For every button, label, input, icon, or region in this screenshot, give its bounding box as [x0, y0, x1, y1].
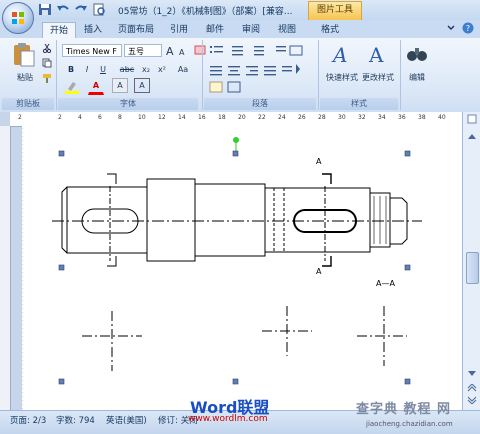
- ruler-tick-label: 30: [338, 114, 346, 121]
- quick-styles-icon[interactable]: A: [330, 42, 354, 66]
- grow-shrink-font-icon[interactable]: AA: [165, 44, 191, 57]
- paragraph-group-label: 段落: [204, 98, 316, 110]
- ruler-tick-label: 10: [138, 114, 146, 121]
- editing-button[interactable]: 编辑: [402, 70, 432, 85]
- ruler-tick-label: 2: [18, 114, 22, 121]
- document-page[interactable]: A A A—A: [21, 126, 462, 410]
- svg-text:A: A: [179, 48, 185, 57]
- tab-view[interactable]: 视图: [272, 22, 302, 38]
- group-separator: [318, 40, 319, 110]
- watermark-right: 查字典 教程 网: [356, 402, 452, 417]
- ruler-tick-label: 20: [238, 114, 246, 121]
- ruler-tick-label: 16: [198, 114, 206, 121]
- tab-review[interactable]: 审阅: [236, 22, 266, 38]
- tab-home[interactable]: 开始: [42, 22, 76, 39]
- next-page-icon[interactable]: [467, 396, 477, 404]
- print-preview-icon[interactable]: [92, 3, 106, 16]
- highlight-icon[interactable]: [64, 80, 82, 94]
- strikethrough-button[interactable]: abc: [116, 62, 138, 77]
- paragraph-buttons-icon[interactable]: [208, 42, 306, 94]
- redo-icon[interactable]: [74, 3, 88, 16]
- paste-button[interactable]: 粘贴: [10, 70, 40, 85]
- ruler-tick-label: 38: [418, 114, 426, 121]
- picture-tools-context-tab[interactable]: 图片工具: [308, 1, 362, 21]
- help-icon[interactable]: ?: [462, 22, 474, 34]
- copy-icon[interactable]: [42, 58, 52, 68]
- paste-icon[interactable]: [12, 42, 36, 68]
- svg-text:A: A: [166, 45, 174, 57]
- tab-page-layout[interactable]: 页面布局: [113, 22, 159, 38]
- ruler-tick-label: 22: [258, 114, 266, 121]
- ruler-tick-label: 28: [318, 114, 326, 121]
- ruler-tick-label: 8: [118, 114, 122, 121]
- status-language[interactable]: 英语(美国): [106, 414, 147, 426]
- group-separator: [202, 40, 203, 110]
- vertical-scrollbar[interactable]: [462, 112, 480, 410]
- italic-button[interactable]: I: [80, 62, 94, 77]
- ruler-tick-label: 40: [438, 114, 446, 121]
- ruler-tick-label: 32: [358, 114, 366, 121]
- scroll-down-icon[interactable]: [467, 370, 477, 378]
- svg-text:A: A: [331, 43, 347, 66]
- underline-button[interactable]: U: [96, 62, 110, 77]
- clipboard-group-label: 剪贴板: [2, 98, 54, 110]
- clear-formatting-icon[interactable]: [194, 44, 206, 57]
- section-label-a-bottom: A: [316, 267, 322, 276]
- format-painter-icon[interactable]: [42, 73, 52, 83]
- group-separator: [400, 40, 401, 110]
- scroll-up-icon[interactable]: [467, 132, 477, 140]
- mechanical-drawing[interactable]: A A A—A: [21, 126, 462, 410]
- tab-mailings[interactable]: 邮件: [200, 22, 230, 38]
- office-logo-icon: [12, 12, 24, 24]
- font-size-box[interactable]: 五号: [124, 44, 162, 57]
- section-label-aa: A—A: [376, 279, 395, 288]
- ruler-tick-label: 18: [218, 114, 226, 121]
- status-page[interactable]: 页面: 2/3: [10, 414, 46, 426]
- ruler-tick-label: 14: [178, 114, 186, 121]
- svg-text:?: ?: [466, 24, 470, 33]
- window-title: 05常坊（1_2）《机械制图》（部案）[兼容...: [118, 7, 293, 17]
- save-icon[interactable]: [38, 3, 52, 16]
- group-separator: [56, 40, 57, 110]
- section-label-a-top: A: [316, 157, 322, 166]
- character-shading-button[interactable]: A: [112, 78, 128, 93]
- vertical-ruler[interactable]: [0, 126, 11, 410]
- change-case-button[interactable]: Aa: [174, 62, 192, 77]
- ruler-tick-label: 26: [298, 114, 306, 121]
- font-group-label: 字体: [58, 98, 198, 110]
- change-styles-icon[interactable]: A: [366, 42, 390, 66]
- character-border-button[interactable]: A: [134, 78, 150, 93]
- svg-text:A: A: [368, 43, 384, 66]
- status-word-count[interactable]: 字数: 794: [56, 414, 95, 426]
- quick-styles-button[interactable]: 快速样式: [322, 70, 362, 85]
- styles-group-label: 样式: [320, 98, 398, 110]
- ruler-tick-label: 24: [278, 114, 286, 121]
- scroll-thumb[interactable]: [466, 252, 479, 284]
- bold-button[interactable]: B: [64, 62, 78, 77]
- ruler-tick-label: 36: [398, 114, 406, 121]
- watermark-url: www.wordlm.com: [188, 414, 268, 424]
- ruler-tick-label: 34: [378, 114, 386, 121]
- ruler-tick-label: 4: [78, 114, 82, 121]
- tab-format[interactable]: 格式: [314, 22, 346, 38]
- undo-icon[interactable]: [56, 3, 70, 16]
- ruler-toggle-icon[interactable]: [467, 114, 477, 124]
- tab-references[interactable]: 引用: [164, 22, 194, 38]
- font-name-box[interactable]: Times New F: [62, 44, 122, 57]
- superscript-button[interactable]: x²: [154, 62, 170, 77]
- subscript-button[interactable]: x₂: [138, 62, 154, 77]
- prev-page-icon[interactable]: [467, 384, 477, 392]
- find-binoculars-icon[interactable]: [406, 42, 428, 66]
- horizontal-ruler[interactable]: 2 2 4 6 8 10 12 14 16 18 20 22 24 26 28 30 32 34 36 38 40: [10, 112, 462, 127]
- font-color-button[interactable]: A: [88, 78, 104, 95]
- cut-icon[interactable]: [42, 43, 52, 53]
- ruler-tick-label: 2: [58, 114, 62, 121]
- tab-insert[interactable]: 插入: [78, 22, 108, 38]
- office-button[interactable]: [2, 2, 34, 34]
- watermark-right-url: jiaocheng.chazidian.com: [366, 420, 453, 428]
- ruler-tick-label: 6: [98, 114, 102, 121]
- change-styles-button[interactable]: 更改样式: [358, 70, 398, 85]
- ruler-tick-label: 12: [158, 114, 166, 121]
- minimize-ribbon-icon[interactable]: [446, 23, 456, 33]
